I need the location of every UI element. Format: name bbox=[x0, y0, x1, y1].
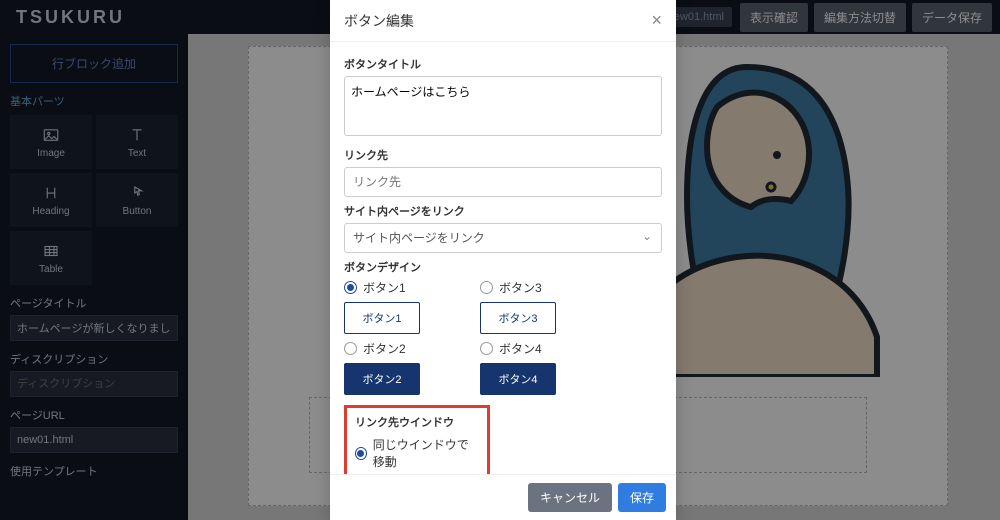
save-button[interactable]: 保存 bbox=[618, 483, 666, 512]
design-radio-3[interactable]: ボタン3 bbox=[480, 279, 556, 296]
modal-title: ボタン編集 bbox=[344, 11, 414, 31]
design-radio-2[interactable]: ボタン2 bbox=[344, 340, 420, 357]
radio-icon bbox=[480, 281, 493, 294]
design-radio-1[interactable]: ボタン1 bbox=[344, 279, 420, 296]
design-preview-3: ボタン3 bbox=[480, 302, 556, 334]
design-label: ボタンデザイン bbox=[344, 259, 662, 275]
window-radio-same[interactable]: 同じウインドウで移動 bbox=[355, 436, 479, 470]
site-link-label: サイト内ページをリンク bbox=[344, 203, 662, 219]
site-link-select[interactable]: サイト内ページをリンク bbox=[344, 223, 662, 253]
cancel-button[interactable]: キャンセル bbox=[528, 483, 612, 512]
button-edit-modal: ボタン編集 × ボタンタイトル ホームページはこちら リンク先 サイト内ページを… bbox=[330, 0, 676, 520]
radio-icon bbox=[344, 342, 357, 355]
link-window-group: リンク先ウインドウ 同じウインドウで移動 別ウインドウで表示 bbox=[344, 405, 490, 474]
button-title-input[interactable]: ホームページはこちら bbox=[344, 76, 662, 136]
design-radio-4[interactable]: ボタン4 bbox=[480, 340, 556, 357]
link-input[interactable] bbox=[344, 167, 662, 197]
window-label: リンク先ウインドウ bbox=[355, 414, 479, 430]
button-title-label: ボタンタイトル bbox=[344, 56, 662, 72]
link-label: リンク先 bbox=[344, 147, 662, 163]
design-preview-4: ボタン4 bbox=[480, 363, 556, 395]
radio-icon bbox=[344, 281, 357, 294]
design-preview-2: ボタン2 bbox=[344, 363, 420, 395]
radio-icon bbox=[355, 447, 367, 460]
design-preview-1: ボタン1 bbox=[344, 302, 420, 334]
radio-icon bbox=[480, 342, 493, 355]
close-icon[interactable]: × bbox=[651, 10, 662, 31]
